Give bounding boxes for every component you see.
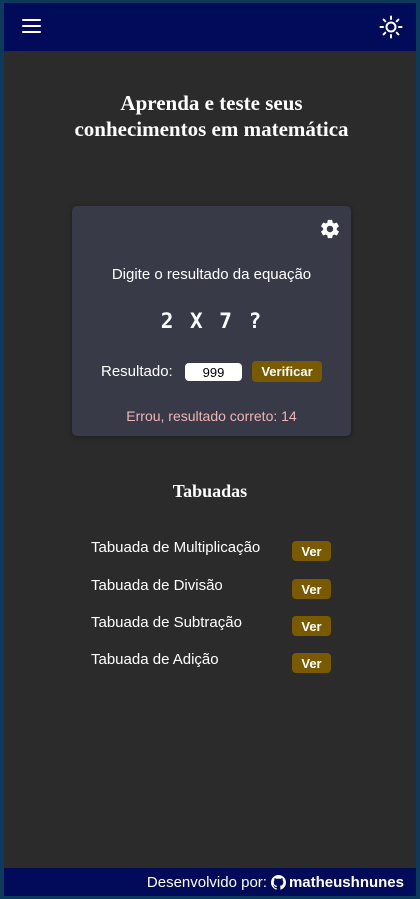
verify-button[interactable]: Verificar <box>252 361 322 382</box>
tabuada-label: Tabuada de Multiplicação <box>91 539 261 556</box>
footer-credit: Desenvolvido por: matheushnunes <box>147 874 404 891</box>
tabuada-label: Tabuada de Divisão <box>91 577 223 594</box>
equation-display: 2 X 7 ? <box>160 309 263 333</box>
quiz-card: Digite o resultado da equação 2 X 7 ? Re… <box>72 206 351 436</box>
ver-subtracao-button[interactable]: Ver <box>292 616 331 636</box>
sun-icon[interactable] <box>379 15 403 39</box>
app-frame: Aprenda e teste seus conhecimentos em ma… <box>4 3 416 896</box>
tabuada-label: Tabuada de Subtração <box>91 614 242 631</box>
tabuada-row-adicao: Tabuada de Adição Ver <box>91 651 331 673</box>
top-bar <box>4 3 416 51</box>
result-label: Resultado: <box>101 363 173 380</box>
github-username-link[interactable]: matheushnunes <box>289 874 404 891</box>
tabuadas-heading: Tabuadas <box>172 481 248 501</box>
tabuada-row-subtracao: Tabuada de Subtração Ver <box>91 614 331 636</box>
equation-instruction: Digite o resultado da equação <box>111 266 312 283</box>
result-input[interactable] <box>185 363 242 381</box>
footer: Desenvolvido por: matheushnunes <box>4 868 416 896</box>
tabuada-row-divisao: Tabuada de Divisão Ver <box>91 577 331 599</box>
tabuada-row-multiplicacao: Tabuada de Multiplicação Ver <box>91 539 331 561</box>
hamburger-menu-icon[interactable] <box>22 18 42 34</box>
gear-icon[interactable] <box>319 218 341 240</box>
ver-multiplicacao-button[interactable]: Ver <box>292 541 331 561</box>
github-icon[interactable] <box>270 875 286 890</box>
footer-prefix: Desenvolvido por: <box>146 874 267 891</box>
page-title: Aprenda e teste seus conhecimentos em ma… <box>74 91 349 141</box>
tabuada-label: Tabuada de Adição <box>91 651 219 668</box>
ver-adicao-button[interactable]: Ver <box>292 653 331 673</box>
feedback-message: Errou, resultado correto: 14 <box>126 408 297 424</box>
ver-divisao-button[interactable]: Ver <box>292 579 331 599</box>
